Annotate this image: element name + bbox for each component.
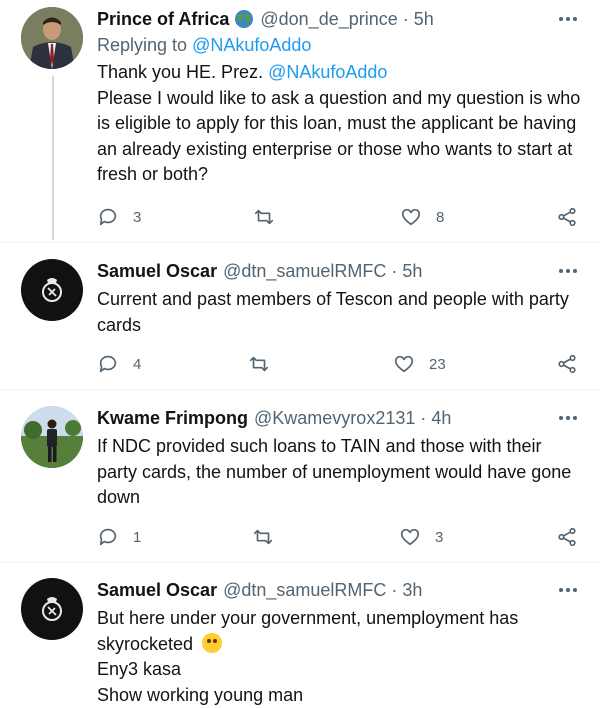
reply-count: 1 bbox=[133, 529, 141, 546]
tweet-text-line: But here under your government, unemploy… bbox=[97, 608, 518, 654]
tweet-header: Samuel Oscar @dtn_samuelRMFC · 3h bbox=[97, 578, 584, 602]
tweet-text: If NDC provided such loans to TAIN and t… bbox=[97, 434, 584, 511]
tweet-text: Thank you HE. Prez. @NAkufoAddo Please I… bbox=[97, 60, 584, 188]
retweet-icon bbox=[253, 206, 275, 228]
reply-icon bbox=[97, 353, 119, 375]
separator-dot: · bbox=[403, 7, 409, 31]
crest-logo-icon bbox=[37, 594, 67, 624]
tweet-actions: 3 8 bbox=[97, 205, 587, 229]
avatar[interactable] bbox=[21, 578, 83, 640]
more-options-icon[interactable] bbox=[556, 259, 580, 283]
retweet-button[interactable] bbox=[253, 205, 275, 229]
tweet-header: Kwame Frimpong @Kwamevyrox2131 · 4h bbox=[97, 406, 584, 430]
avatar[interactable] bbox=[21, 406, 83, 468]
author-name[interactable]: Samuel Oscar bbox=[97, 259, 217, 283]
like-button[interactable]: 23 bbox=[393, 352, 446, 376]
retweet-icon bbox=[248, 353, 270, 375]
avatar[interactable] bbox=[21, 259, 83, 321]
like-count: 8 bbox=[436, 209, 444, 226]
share-icon bbox=[556, 353, 578, 375]
reply-button[interactable]: 1 bbox=[97, 525, 141, 549]
tweet-actions: 1 3 bbox=[97, 525, 587, 549]
tweet-header: Prince of Africa @don_de_prince · 5h bbox=[97, 7, 584, 31]
more-options-icon[interactable] bbox=[556, 406, 580, 430]
share-button[interactable] bbox=[556, 352, 578, 376]
reply-icon bbox=[97, 526, 119, 548]
replying-to-mention[interactable]: @NAkufoAddo bbox=[192, 35, 311, 55]
timestamp[interactable]: 4h bbox=[431, 406, 451, 430]
timestamp[interactable]: 3h bbox=[402, 578, 422, 602]
reply-icon bbox=[97, 206, 119, 228]
heart-icon bbox=[400, 206, 422, 228]
tweet-divider bbox=[0, 389, 600, 390]
separator-dot: · bbox=[391, 259, 397, 283]
replying-to-label: Replying to bbox=[97, 35, 187, 55]
like-button[interactable]: 3 bbox=[399, 525, 443, 549]
thread-connector-line bbox=[52, 76, 54, 240]
tweet-divider bbox=[0, 242, 600, 243]
retweet-button[interactable] bbox=[248, 352, 270, 376]
avatar-photo-image bbox=[21, 406, 83, 468]
more-options-icon[interactable] bbox=[556, 7, 580, 31]
tweet-text-prefix: Thank you HE. Prez. bbox=[97, 62, 263, 82]
tweet-text-line: Eny3 kasa bbox=[97, 657, 584, 683]
tweet-text: But here under your government, unemploy… bbox=[97, 606, 584, 708]
reply-button[interactable]: 3 bbox=[97, 205, 141, 229]
tweet-divider bbox=[0, 562, 600, 563]
like-button[interactable]: 8 bbox=[400, 205, 444, 229]
share-button[interactable] bbox=[556, 205, 578, 229]
share-icon bbox=[556, 206, 578, 228]
reply-button[interactable]: 4 bbox=[97, 352, 141, 376]
tweet-text: Current and past members of Tescon and p… bbox=[97, 287, 584, 338]
author-handle[interactable]: @Kwamevyrox2131 bbox=[254, 406, 415, 430]
tweet-actions: 4 23 bbox=[97, 352, 587, 376]
face-with-tears-of-joy-icon bbox=[202, 633, 222, 653]
timestamp[interactable]: 5h bbox=[402, 259, 422, 283]
mention-link[interactable]: @NAkufoAddo bbox=[268, 62, 387, 82]
avatar-portrait-image bbox=[21, 7, 83, 69]
like-count: 3 bbox=[435, 529, 443, 546]
tweet-text-line: Show working young man bbox=[97, 683, 584, 708]
timestamp[interactable]: 5h bbox=[414, 7, 434, 31]
avatar[interactable] bbox=[21, 7, 83, 69]
more-options-icon[interactable] bbox=[556, 578, 580, 602]
tweet-text-body: Please I would like to ask a question an… bbox=[97, 86, 584, 188]
author-handle[interactable]: @don_de_prince bbox=[260, 7, 397, 31]
author-name[interactable]: Prince of Africa bbox=[97, 7, 229, 31]
globe-emoji-icon bbox=[234, 9, 254, 29]
reply-count: 3 bbox=[133, 209, 141, 226]
heart-icon bbox=[393, 353, 415, 375]
crest-logo-icon bbox=[37, 275, 67, 305]
heart-icon bbox=[399, 526, 421, 548]
retweet-icon bbox=[252, 526, 274, 548]
retweet-button[interactable] bbox=[252, 525, 274, 549]
separator-dot: · bbox=[391, 578, 397, 602]
like-count: 23 bbox=[429, 356, 446, 373]
replying-to: Replying to @NAkufoAddo bbox=[97, 33, 584, 57]
reply-count: 4 bbox=[133, 356, 141, 373]
tweet-header: Samuel Oscar @dtn_samuelRMFC · 5h bbox=[97, 259, 584, 283]
author-handle[interactable]: @dtn_samuelRMFC bbox=[223, 578, 386, 602]
author-name[interactable]: Kwame Frimpong bbox=[97, 406, 248, 430]
share-button[interactable] bbox=[556, 525, 578, 549]
separator-dot: · bbox=[420, 406, 426, 430]
author-name[interactable]: Samuel Oscar bbox=[97, 578, 217, 602]
share-icon bbox=[556, 526, 578, 548]
author-handle[interactable]: @dtn_samuelRMFC bbox=[223, 259, 386, 283]
